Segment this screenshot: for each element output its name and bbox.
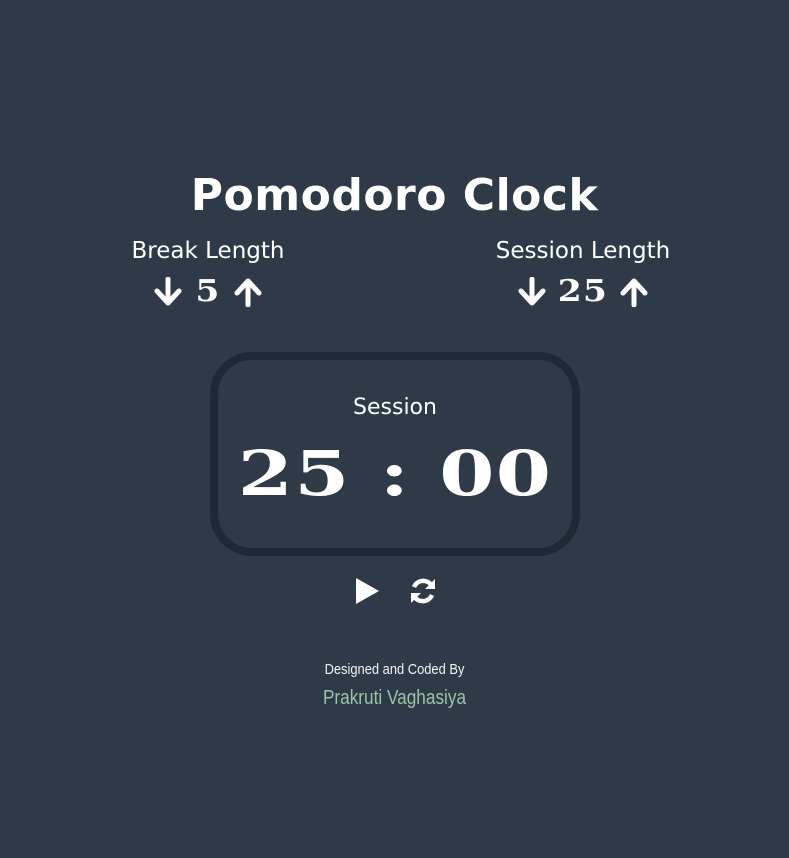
credit-text: Designed and Coded By [324,661,465,678]
arrow-up-icon [620,278,648,307]
pomodoro-app: Pomodoro Clock Break Length 5 Session Le… [0,0,789,858]
session-length-value: 25 [557,274,609,309]
start-stop-button[interactable] [351,574,383,608]
session-length-control: Session Length 25 [463,236,703,312]
session-length-label: Session Length [495,238,671,264]
author-link[interactable]: Prakruti Vaghasiya [55,685,734,711]
reset-button[interactable] [407,574,439,608]
arrow-up-icon [234,278,262,307]
playback-controls [0,574,789,608]
page-title: Pomodoro Clock [190,170,599,221]
refresh-icon [410,578,435,604]
break-increment-button[interactable] [233,276,263,308]
time-left-display: 25 : 00 [237,437,553,510]
arrow-down-icon [518,277,546,306]
session-length-row: 25 [463,272,703,312]
arrow-down-icon [154,277,182,306]
play-icon [355,578,379,604]
break-length-row: 5 [88,272,328,312]
break-length-value: 5 [195,274,221,309]
timer-label: Session [353,395,437,420]
break-length-label: Break Length [131,238,285,264]
session-decrement-button[interactable] [517,276,547,308]
timer-panel: Session 25 : 00 [210,352,580,556]
session-increment-button[interactable] [619,276,649,308]
break-decrement-button[interactable] [153,276,183,308]
break-length-control: Break Length 5 [88,236,328,312]
